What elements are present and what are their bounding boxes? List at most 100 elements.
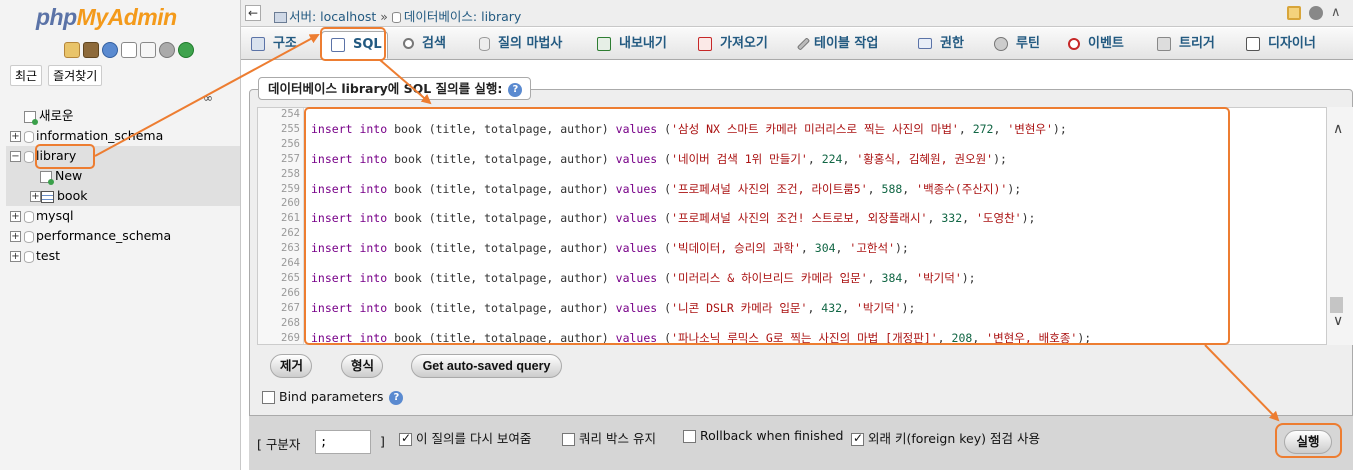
database-icon <box>24 250 34 263</box>
editor-scrollbar[interactable]: ∧ ∨ <box>1327 107 1353 345</box>
import-icon <box>698 36 712 51</box>
code-line: insert into book (title, totalpage, auth… <box>311 241 909 256</box>
sql-punctuation: , <box>842 300 856 315</box>
reload-icon[interactable] <box>178 42 194 58</box>
scroll-up-icon[interactable]: ∧ <box>1333 121 1343 137</box>
tab-designer[interactable]: 디자이너 <box>1246 31 1316 59</box>
show-query-again-option[interactable]: 이 질의를 다시 보여줌 <box>399 428 531 447</box>
tab-routines[interactable]: 루틴 <box>994 31 1040 59</box>
lock-icon[interactable] <box>1287 6 1301 20</box>
scroll-down-icon[interactable]: ∨ <box>1333 313 1343 329</box>
get-auto-saved-query-button[interactable]: Get auto-saved query <box>411 354 562 378</box>
sql-keyword: insert into <box>311 270 388 285</box>
tree-item-new-db[interactable]: 새로운 <box>6 106 240 126</box>
sql-punctuation: , <box>835 241 850 256</box>
tab-structure[interactable]: 구조 <box>251 31 297 59</box>
exit-icon[interactable] <box>83 42 99 58</box>
foreign-key-check-option[interactable]: 외래 키(foreign key) 점검 사용 <box>851 428 1040 447</box>
tab-label: 이벤트 <box>1088 36 1124 51</box>
rollback-label: Rollback when finished <box>700 428 844 443</box>
foreign-key-check-label: 외래 키(foreign key) 점검 사용 <box>868 431 1040 446</box>
tab-triggers[interactable]: 트리거 <box>1157 31 1215 59</box>
expand-icon[interactable]: + <box>30 191 41 202</box>
nav-tab-recent[interactable]: 최근 <box>10 65 43 86</box>
delimiter-input[interactable] <box>315 430 371 454</box>
back-arrow-icon[interactable]: ← <box>245 5 261 21</box>
settings-icon[interactable] <box>159 42 175 58</box>
sql-punctuation: ( <box>657 151 672 166</box>
rollback-option[interactable]: Rollback when finished <box>683 428 843 443</box>
tab-label: 루틴 <box>1016 36 1040 51</box>
sql-keyword: values <box>615 181 658 196</box>
line-number: 265 <box>281 271 300 284</box>
query-db-icon <box>479 36 490 51</box>
tab-sql[interactable]: SQL <box>321 31 388 59</box>
nav-tab-favorites[interactable]: 즐겨찾기 <box>48 65 103 86</box>
tab-query-wizard[interactable]: 질의 마법사 <box>479 31 562 59</box>
info-icon[interactable] <box>102 42 118 58</box>
tree-item-performance-schema[interactable]: + performance_schema <box>6 226 240 246</box>
sql-punctuation: , <box>807 300 822 315</box>
tree-item-label: book <box>57 188 88 203</box>
designer-icon <box>1246 36 1260 51</box>
tree-item-test[interactable]: + test <box>6 246 240 266</box>
docs-icon[interactable] <box>121 42 137 58</box>
collapse-topbar-icon[interactable]: ∧ <box>1331 6 1345 20</box>
help-icon[interactable]: ? <box>508 82 523 97</box>
expand-icon[interactable]: + <box>10 251 21 262</box>
tab-import[interactable]: 가져오기 <box>698 31 768 59</box>
scrollbar-thumb[interactable] <box>1330 297 1343 313</box>
sql-editor[interactable]: 254 255 256 257 258 259 260 261 262 263 264 265 266 2… <box>257 107 1327 345</box>
tree-item-library[interactable]: − library <box>6 146 240 166</box>
tree-item-information-schema[interactable]: + information_schema <box>6 126 240 146</box>
help-icon[interactable]: ? <box>389 390 404 405</box>
sql-table-columns: book (title, totalpage, author) <box>387 121 616 136</box>
sql-number-pages: 432 <box>821 300 843 315</box>
sql-punctuation: , <box>927 211 942 226</box>
clear-button[interactable]: 제거 <box>270 354 312 378</box>
tab-label: 가져오기 <box>720 36 768 51</box>
retain-query-box-option[interactable]: 쿼리 박스 유지 <box>562 428 656 447</box>
tree-item-book[interactable]: + book <box>6 186 240 206</box>
bind-parameters-checkbox[interactable] <box>262 391 275 404</box>
tab-label: 트리거 <box>1179 36 1215 51</box>
wrench-icon <box>796 36 811 51</box>
link-with-main-icon[interactable]: ∞ <box>203 91 213 105</box>
tree-item-new-table[interactable]: New <box>6 166 240 186</box>
tab-export[interactable]: 내보내기 <box>597 31 667 59</box>
sql-string-author: '변현우, 배호종' <box>986 330 1078 345</box>
expand-icon[interactable]: + <box>10 231 21 242</box>
foreign-key-check-checkbox[interactable] <box>851 431 864 446</box>
tree-item-mysql[interactable]: + mysql <box>6 206 240 226</box>
rollback-checkbox[interactable] <box>683 430 696 443</box>
breadcrumb-database[interactable]: 데이터베이스: library <box>404 9 521 24</box>
tab-privileges[interactable]: 권한 <box>918 31 964 59</box>
home-icon[interactable] <box>64 42 80 58</box>
sql-string-title: '삼성 NX 스마트 카메라 미러리스로 찍는 사진의 마법' <box>671 121 959 136</box>
delimiter-label: [ 구분자 <box>257 437 301 452</box>
sql-punctuation: ( <box>657 211 672 226</box>
line-number: 261 <box>281 212 300 225</box>
sql-punctuation: , <box>867 270 882 285</box>
tab-operations[interactable]: 테이블 작업 <box>796 31 878 59</box>
show-query-again-checkbox[interactable] <box>399 431 412 446</box>
retain-query-box-checkbox[interactable] <box>562 433 575 446</box>
format-button[interactable]: 형식 <box>341 354 383 378</box>
go-execute-button[interactable]: 실행 <box>1284 430 1332 454</box>
navigation-panel: phpMyAdmin 최근 즐겨찾기 ∞ 새로운 + information_sc… <box>0 0 241 470</box>
bind-parameters-option[interactable]: Bind parameters? <box>262 389 404 405</box>
sql-table-columns: book (title, totalpage, author) <box>387 181 616 196</box>
nav-tabs: 최근 즐겨찾기 <box>10 65 103 86</box>
breadcrumb-server[interactable]: 서버: localhost <box>289 9 376 24</box>
tab-search[interactable]: 검색 <box>403 31 446 59</box>
settings-gear-icon[interactable] <box>1309 6 1323 20</box>
expand-icon[interactable]: + <box>10 131 21 142</box>
phpmyadmin-logo[interactable]: phpMyAdmin <box>36 4 177 31</box>
sql-doc-icon[interactable] <box>140 42 156 58</box>
sql-keyword: values <box>615 330 658 345</box>
sql-punctuation: ( <box>657 241 672 256</box>
breadcrumb-separator: » <box>380 9 388 24</box>
expand-icon[interactable]: + <box>10 211 21 222</box>
tab-events[interactable]: 이벤트 <box>1068 31 1124 59</box>
collapse-icon[interactable]: − <box>10 151 21 162</box>
